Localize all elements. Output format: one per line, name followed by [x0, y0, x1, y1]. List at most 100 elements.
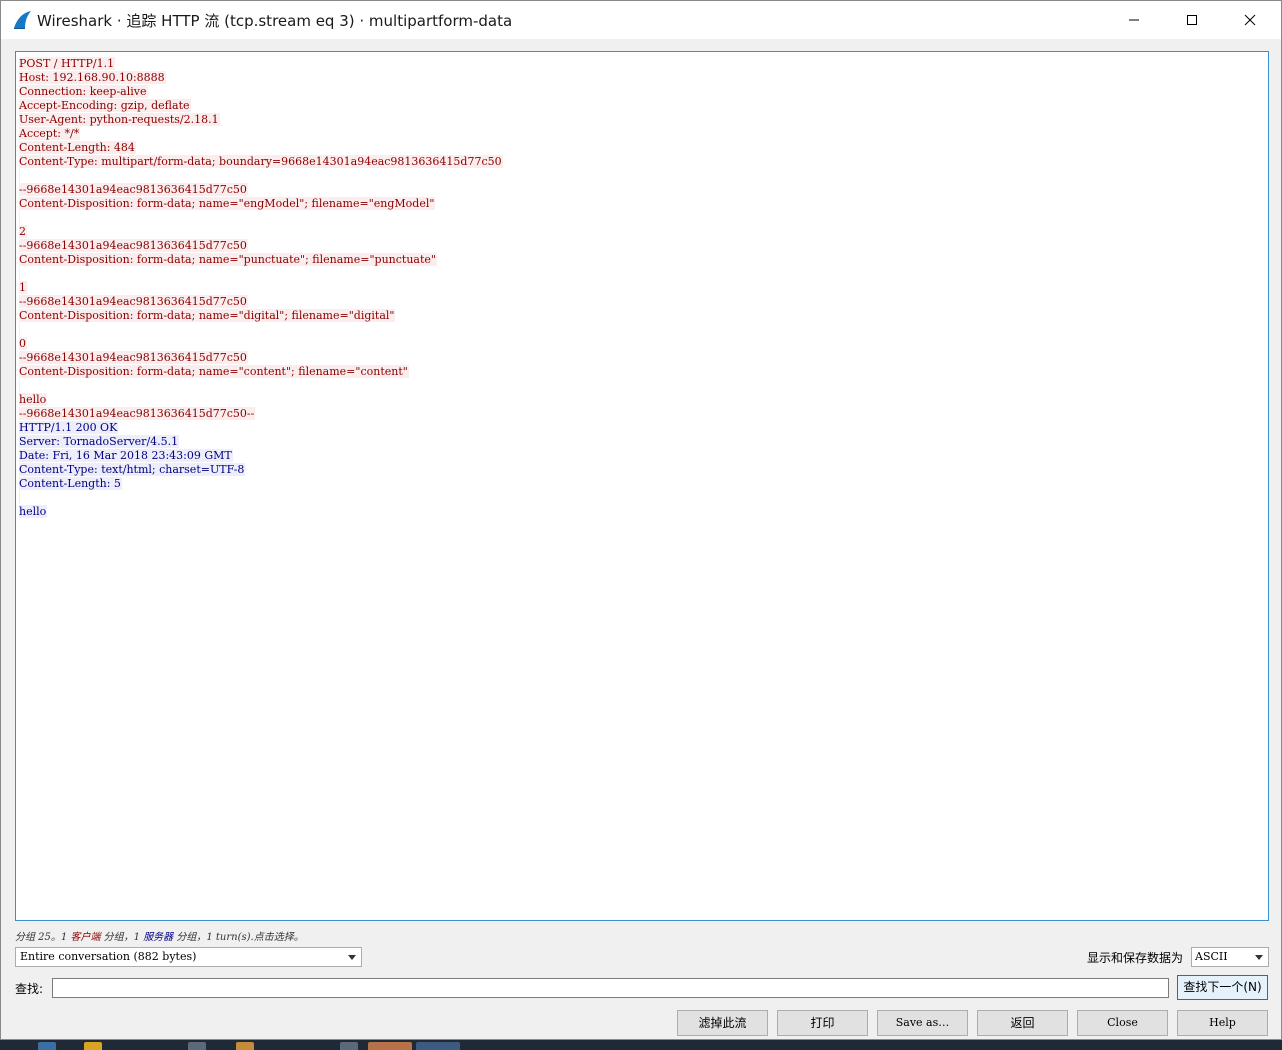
stream-line-text	[19, 379, 20, 392]
stream-summary: 分组 25。1 客户端 分组，1 服务器 分组，1 turn(s).点击选择。	[15, 928, 304, 943]
format-label: 显示和保存数据为	[1087, 951, 1184, 965]
format-select-value: ASCII	[1195, 950, 1228, 963]
server-stream-line: Date: Fri, 16 Mar 2018 23:43:09 GMT	[19, 449, 1265, 463]
wireshark-fin-icon	[11, 9, 33, 31]
stream-content-area[interactable]: POST / HTTP/1.1 Host: 192.168.90.10:8888 C…	[15, 51, 1269, 921]
close-button[interactable]: Close	[1077, 1010, 1168, 1036]
taskbar-app-icon[interactable]	[38, 1042, 56, 1050]
back-button[interactable]: 返回	[977, 1010, 1068, 1036]
stream-line-text: 2	[19, 225, 27, 238]
client-stream-line: 1	[19, 281, 1265, 295]
client-stream-line	[19, 267, 1265, 281]
stream-line-text: Content-Disposition: form-data; name="pu…	[19, 253, 437, 266]
stream-line-text: 1	[19, 281, 27, 294]
client-stream-line: 2	[19, 225, 1265, 239]
stream-line-text: Connection: keep-alive	[19, 85, 148, 98]
client-stream-line: Content-Disposition: form-data; name="co…	[19, 365, 1265, 379]
taskbar-folder-icon[interactable]	[84, 1042, 102, 1050]
client-stream-line	[19, 379, 1265, 393]
client-stream-line: Content-Disposition: form-data; name="en…	[19, 197, 1265, 211]
format-select[interactable]: ASCII	[1191, 947, 1269, 967]
minimize-button[interactable]	[1105, 1, 1163, 39]
stream-line-text: Host: 192.168.90.10:8888	[19, 71, 166, 84]
taskbar-app-icon[interactable]	[188, 1042, 206, 1050]
find-next-button[interactable]: 查找下一个(N)	[1177, 975, 1268, 1000]
client-stream-line: Content-Type: multipart/form-data; bound…	[19, 155, 1265, 169]
stream-line-text: --9668e14301a94eac9813636415d77c50	[19, 183, 248, 196]
client-stream-line	[19, 211, 1265, 225]
client-stream-line: --9668e14301a94eac9813636415d77c50--	[19, 407, 1265, 421]
server-stream-line: hello	[19, 505, 1265, 519]
client-stream-line	[19, 323, 1265, 337]
client-stream-line: Connection: keep-alive	[19, 85, 1265, 99]
server-stream-line	[19, 491, 1265, 505]
conversation-select-value: Entire conversation (882 bytes)	[20, 950, 197, 963]
stream-line-text: Content-Type: multipart/form-data; bound…	[19, 155, 503, 168]
summary-client-label[interactable]: 客户端	[70, 932, 100, 943]
title-bar[interactable]: Wireshark · 追踪 HTTP 流 (tcp.stream eq 3) …	[1, 1, 1281, 39]
client-stream-line: --9668e14301a94eac9813636415d77c50	[19, 239, 1265, 253]
minimize-icon	[1128, 14, 1140, 26]
stream-line-text: POST / HTTP/1.1	[19, 57, 116, 70]
stream-line-text: HTTP/1.1 200 OK	[19, 421, 119, 434]
stream-line-text: --9668e14301a94eac9813636415d77c50	[19, 295, 248, 308]
filter-out-button[interactable]: 滤掉此流	[677, 1010, 768, 1036]
client-stream-line	[19, 169, 1265, 183]
chevron-down-icon	[1255, 955, 1263, 960]
stream-line-text: Content-Disposition: form-data; name="co…	[19, 365, 409, 378]
client-stream-line: --9668e14301a94eac9813636415d77c50	[19, 183, 1265, 197]
client-stream-line: 0	[19, 337, 1265, 351]
stream-line-text	[19, 491, 20, 504]
summary-suffix: 分组，1 turn(s).点击选择。	[173, 932, 304, 943]
stream-line-text: Accept-Encoding: gzip, deflate	[19, 99, 191, 112]
find-input[interactable]	[52, 978, 1169, 998]
conversation-select[interactable]: Entire conversation (882 bytes)	[15, 947, 362, 967]
server-stream-line: Server: TornadoServer/4.5.1	[19, 435, 1265, 449]
maximize-icon	[1186, 14, 1198, 26]
stream-line-text	[19, 323, 20, 336]
help-button[interactable]: Help	[1177, 1010, 1268, 1036]
close-window-button[interactable]	[1221, 1, 1279, 39]
stream-line-text	[19, 267, 20, 280]
close-icon	[1244, 14, 1256, 26]
taskbar-wireshark-icon[interactable]	[416, 1042, 460, 1050]
stream-line-text: Content-Disposition: form-data; name="en…	[19, 197, 436, 210]
stream-line-text: --9668e14301a94eac9813636415d77c50	[19, 351, 248, 364]
client-stream-line: POST / HTTP/1.1	[19, 57, 1265, 71]
client-stream-line: Host: 192.168.90.10:8888	[19, 71, 1265, 85]
client-stream-line: --9668e14301a94eac9813636415d77c50	[19, 295, 1265, 309]
client-stream-line: User-Agent: python-requests/2.18.1	[19, 113, 1265, 127]
find-label: 查找:	[15, 982, 44, 996]
stream-line-text: hello	[19, 505, 48, 518]
print-button[interactable]: 打印	[777, 1010, 868, 1036]
server-stream-line: Content-Length: 5	[19, 477, 1265, 491]
stream-line-text: --9668e14301a94eac9813636415d77c50	[19, 239, 248, 252]
window-title: Wireshark · 追踪 HTTP 流 (tcp.stream eq 3) …	[37, 12, 513, 30]
summary-mid: 分组，1	[100, 932, 144, 943]
stream-line-text: --9668e14301a94eac9813636415d77c50--	[19, 407, 256, 420]
stream-line-text	[19, 211, 20, 224]
stream-line-text: 0	[19, 337, 27, 350]
stream-line-text: Content-Type: text/html; charset=UTF-8	[19, 463, 246, 476]
stream-line-text: User-Agent: python-requests/2.18.1	[19, 113, 220, 126]
summary-server-label[interactable]: 服务器	[143, 932, 173, 943]
stream-line-text: Content-Length: 484	[19, 141, 136, 154]
server-stream-line: HTTP/1.1 200 OK	[19, 421, 1265, 435]
client-stream-line: Accept: */*	[19, 127, 1265, 141]
server-stream-line: Content-Type: text/html; charset=UTF-8	[19, 463, 1265, 477]
follow-stream-window: Wireshark · 追踪 HTTP 流 (tcp.stream eq 3) …	[0, 0, 1282, 1040]
client-stream-line: Content-Disposition: form-data; name="di…	[19, 309, 1265, 323]
stream-line-text: Date: Fri, 16 Mar 2018 23:43:09 GMT	[19, 449, 233, 462]
chevron-down-icon	[348, 955, 356, 960]
save-as-button[interactable]: Save as…	[877, 1010, 968, 1036]
stream-line-text: Content-Length: 5	[19, 477, 122, 490]
client-stream-line: Accept-Encoding: gzip, deflate	[19, 99, 1265, 113]
stream-line-text: hello	[19, 393, 48, 406]
client-stream-line: Content-Disposition: form-data; name="pu…	[19, 253, 1265, 267]
taskbar-app-icon[interactable]	[340, 1042, 358, 1050]
taskbar-app-icon[interactable]	[368, 1042, 412, 1050]
maximize-button[interactable]	[1163, 1, 1221, 39]
taskbar	[0, 1040, 1282, 1050]
client-stream-line: Content-Length: 484	[19, 141, 1265, 155]
taskbar-app-icon[interactable]	[236, 1042, 254, 1050]
